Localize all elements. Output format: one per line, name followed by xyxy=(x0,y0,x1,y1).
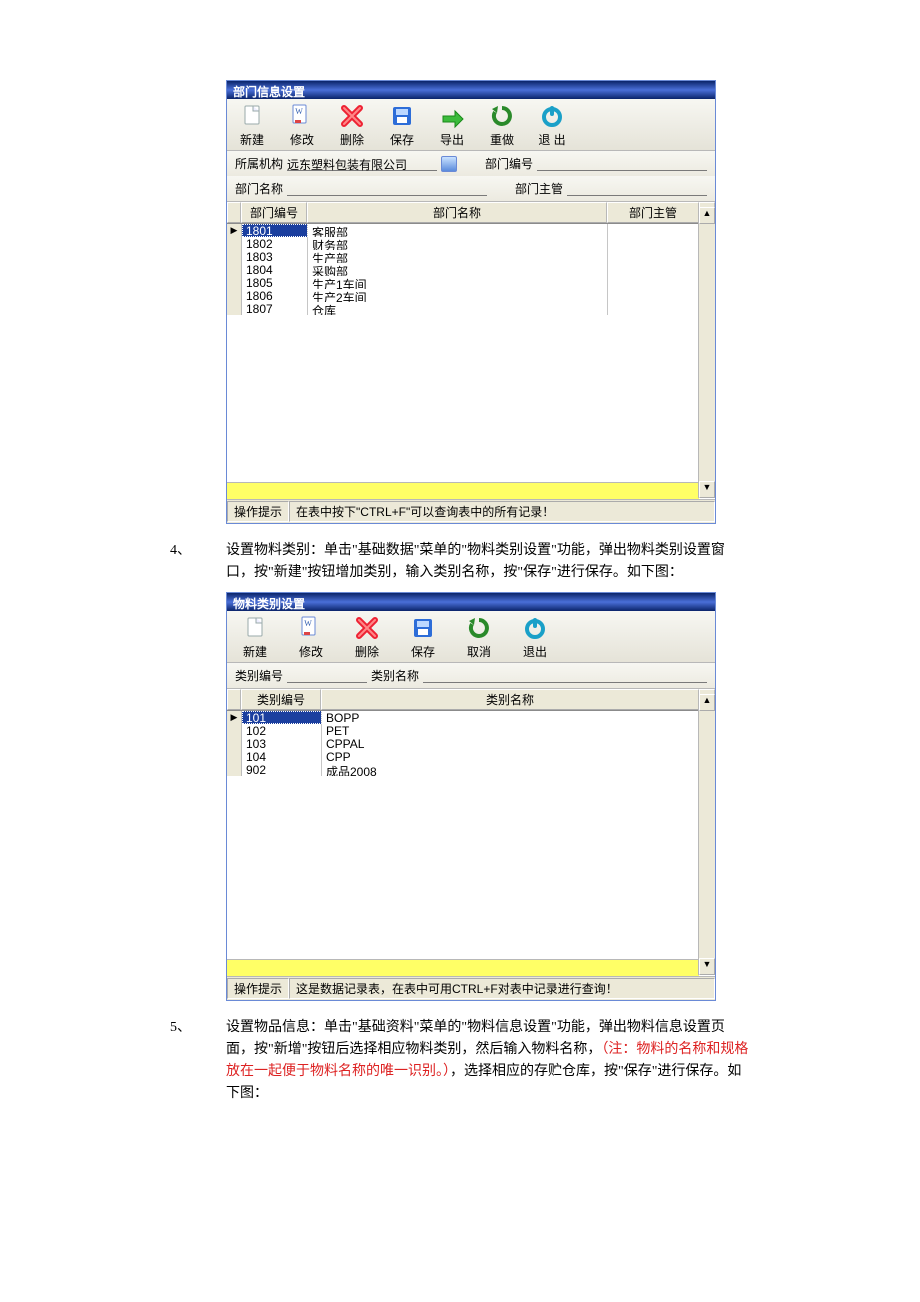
edit-icon: W xyxy=(287,103,317,129)
col-catname-header[interactable]: 类别名称 xyxy=(321,689,699,710)
scrollbar-track[interactable] xyxy=(699,711,715,958)
table-row[interactable]: 104CPP xyxy=(227,750,715,763)
cat-code-field[interactable] xyxy=(287,668,367,683)
window1-filter-row2: 部门名称 部门主管 xyxy=(227,176,715,201)
paragraph-5: 5、 设置物品信息：单击"基础资料"菜单的"物料信息设置"功能，弹出物料信息设置… xyxy=(170,1017,750,1105)
status-text: 这是数据记录表，在表中可用CTRL+F对表中记录进行查询！ xyxy=(289,978,715,999)
window2-toolbar: 新建 W 修改 删除 保存 取消 xyxy=(227,611,715,663)
window1-titlebar: 部门信息设置 xyxy=(227,81,715,99)
window2-grid-header: 类别编号 类别名称 xyxy=(227,688,715,711)
save-button[interactable]: 保存 xyxy=(395,615,451,660)
department-info-window: 部门信息设置 新建 W 修改 删除 保存 xyxy=(226,80,716,524)
redo-button[interactable]: 重做 xyxy=(477,103,527,148)
mgr-field[interactable] xyxy=(567,181,707,196)
org-field[interactable]: 远东塑料包装有限公司 xyxy=(287,156,437,171)
status-label: 操作提示 xyxy=(227,978,289,999)
redo-icon xyxy=(464,615,494,641)
document-icon xyxy=(237,103,267,129)
scroll-up-icon[interactable]: ▲ xyxy=(699,694,715,711)
status-text: 在表中按下"CTRL+F"可以查询表中的所有记录！ xyxy=(289,501,715,522)
window1-statusbar: 操作提示 在表中按下"CTRL+F"可以查询表中的所有记录！ xyxy=(227,499,715,523)
org-picker-icon[interactable] xyxy=(441,156,457,172)
delete-icon xyxy=(337,103,367,129)
org-label: 所属机构 xyxy=(235,155,283,172)
scroll-up-icon[interactable]: ▲ xyxy=(699,207,715,224)
window1-filter-row1: 所属机构 远东塑料包装有限公司 部门编号 xyxy=(227,151,715,176)
window2-titlebar: 物料类别设置 xyxy=(227,593,715,611)
svg-text:W: W xyxy=(304,619,312,628)
table-row[interactable]: ▶1801客服部 xyxy=(227,224,715,237)
exit-button[interactable]: 退出 xyxy=(507,615,563,660)
window1-grid[interactable]: ▶1801客服部1802财务部1803生产部1804采购部1805生产1车间18… xyxy=(227,224,715,482)
window1-grid-header: 部门编号 部门名称 部门主管 xyxy=(227,201,715,224)
para4-text: 设置物料类别：单击"基础数据"菜单的"物料类别设置"功能，弹出物料类别设置窗口，… xyxy=(226,540,750,584)
table-row[interactable]: 103CPPAL xyxy=(227,737,715,750)
table-row[interactable]: 102PET xyxy=(227,724,715,737)
mgr-label: 部门主管 xyxy=(515,180,563,197)
window1-toolbar: 新建 W 修改 删除 保存 导出 xyxy=(227,99,715,151)
delete-button[interactable]: 删除 xyxy=(327,103,377,148)
window2-statusbar: 操作提示 这是数据记录表，在表中可用CTRL+F对表中记录进行查询！ xyxy=(227,976,715,1000)
window2-summary-bar xyxy=(227,959,699,976)
table-row[interactable]: ▶101BOPP xyxy=(227,711,715,724)
table-row[interactable]: 1805生产1车间 xyxy=(227,276,715,289)
svg-text:W: W xyxy=(295,107,303,116)
status-label: 操作提示 xyxy=(227,501,289,522)
table-row[interactable]: 1802财务部 xyxy=(227,237,715,250)
window2-filter-row: 类别编号 类别名称 xyxy=(227,663,715,688)
scrollbar-track[interactable] xyxy=(699,224,715,481)
table-row[interactable]: 1807仓库 xyxy=(227,302,715,315)
para5-num: 5、 xyxy=(170,1017,226,1105)
col-mgr-header[interactable]: 部门主管 xyxy=(607,202,699,223)
name-label: 部门名称 xyxy=(235,180,283,197)
scroll-down-icon[interactable]: ▼ xyxy=(699,481,715,498)
save-icon xyxy=(387,103,417,129)
cat-code-label: 类别编号 xyxy=(235,667,283,684)
para4-num: 4、 xyxy=(170,540,226,584)
paragraph-4: 4、 设置物料类别：单击"基础数据"菜单的"物料类别设置"功能，弹出物料类别设置… xyxy=(170,540,750,584)
exit-button[interactable]: 退 出 xyxy=(527,103,577,148)
save-icon xyxy=(408,615,438,641)
export-icon xyxy=(437,103,467,129)
window1-summary-bar xyxy=(227,482,699,499)
new-button[interactable]: 新建 xyxy=(227,615,283,660)
power-icon xyxy=(537,103,567,129)
new-button[interactable]: 新建 xyxy=(227,103,277,148)
col-code-header[interactable]: 部门编号 xyxy=(241,202,307,223)
table-row[interactable]: 1803生产部 xyxy=(227,250,715,263)
cat-name-label: 类别名称 xyxy=(371,667,419,684)
table-row[interactable]: 902成品2008 xyxy=(227,763,715,776)
document-icon xyxy=(240,615,270,641)
table-row[interactable]: 1806生产2车间 xyxy=(227,289,715,302)
edit-button[interactable]: W 修改 xyxy=(277,103,327,148)
export-button[interactable]: 导出 xyxy=(427,103,477,148)
cat-name-field[interactable] xyxy=(423,668,707,683)
delete-icon xyxy=(352,615,382,641)
code-label: 部门编号 xyxy=(485,155,533,172)
scroll-down-icon[interactable]: ▼ xyxy=(699,958,715,975)
window2-grid[interactable]: ▶101BOPP102PET103CPPAL104CPP902成品2008 xyxy=(227,711,715,959)
save-button[interactable]: 保存 xyxy=(377,103,427,148)
material-category-window: 物料类别设置 新建 W 修改 删除 保存 xyxy=(226,592,716,1001)
power-icon xyxy=(520,615,550,641)
edit-button[interactable]: W 修改 xyxy=(283,615,339,660)
col-name-header[interactable]: 部门名称 xyxy=(307,202,607,223)
delete-button[interactable]: 删除 xyxy=(339,615,395,660)
name-field[interactable] xyxy=(287,181,487,196)
cancel-button[interactable]: 取消 xyxy=(451,615,507,660)
edit-icon: W xyxy=(296,615,326,641)
table-row[interactable]: 1804采购部 xyxy=(227,263,715,276)
col-catcode-header[interactable]: 类别编号 xyxy=(241,689,321,710)
para5-text: 设置物品信息：单击"基础资料"菜单的"物料信息设置"功能，弹出物料信息设置页面，… xyxy=(226,1017,750,1105)
code-field[interactable] xyxy=(537,156,707,171)
redo-icon xyxy=(487,103,517,129)
